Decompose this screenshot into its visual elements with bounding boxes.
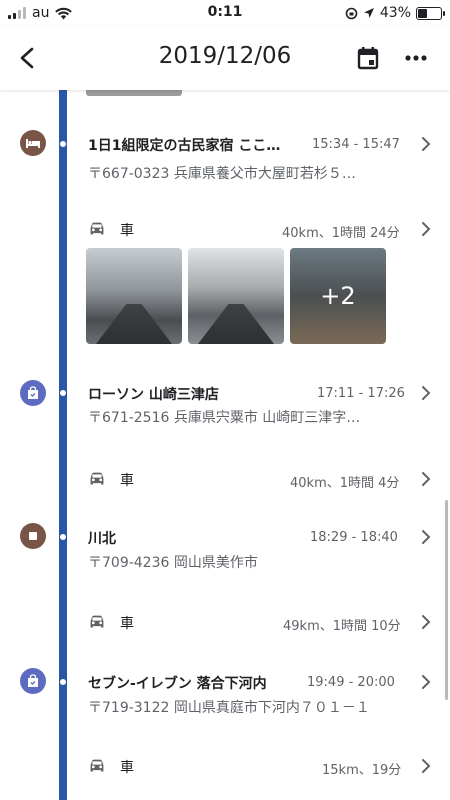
place-icon [20,523,46,549]
car-icon [90,615,104,628]
place-name[interactable]: セブン-イレブン 落合下河内 [88,673,267,693]
timeline-line [59,90,67,800]
place-time: 19:49 - 20:00 [307,675,395,690]
chevron-right-icon[interactable] [418,385,434,401]
status-bar: au 0:11 43% [0,0,450,26]
move-meta: 15km、19分 [322,763,402,778]
move-mode: 車 [120,473,134,489]
shopping-bag-icon [20,380,46,406]
move-mode: 車 [120,223,134,239]
place-address: 〒671-2516 兵庫県宍粟市 山崎町三津字… [88,410,361,426]
car-icon [90,472,104,485]
battery-percent: 43% [379,5,411,21]
hotel-icon [20,130,46,156]
move-meta: 40km、1時間 24分 [282,226,400,241]
chevron-right-icon[interactable] [418,758,434,774]
move-mode: 車 [120,616,134,632]
chevron-right-icon[interactable] [418,674,434,690]
move-mode: 車 [120,760,134,776]
battery-fill [418,8,428,18]
car-icon [90,759,104,772]
photo-thumbnail-more[interactable]: +2 [290,248,386,344]
place-address: 〒719-3122 岡山県真庭市下河内７０１－１ [88,700,370,716]
place-name[interactable]: 川北 [88,528,116,548]
timeline-dot [60,679,66,685]
shopping-bag-icon [20,668,46,694]
chevron-right-icon[interactable] [418,471,434,487]
chevron-right-icon[interactable] [418,221,434,237]
more-photos-count: +2 [320,282,356,310]
more-horiz-icon[interactable] [400,42,432,74]
timeline-screen: au 0:11 43% 2019/12/06 1日1組限定の古民家宿 ここ… 1… [0,0,450,800]
place-address: 〒667-0323 兵庫県養父市大屋町若杉５… [88,166,356,182]
photo-thumbnail-partial[interactable] [86,90,182,96]
scrollbar[interactable] [445,500,448,700]
place-time: 17:11 - 17:26 [317,386,405,401]
move-meta: 40km、1時間 4分 [290,476,400,491]
place-address: 〒709-4236 岡山県美作市 [88,555,258,571]
battery-icon [416,6,445,20]
photo-thumbnail[interactable] [188,248,284,344]
timeline-dot [60,390,66,396]
timeline-dot [60,141,66,147]
place-name[interactable]: 1日1組限定の古民家宿 ここ… [88,135,280,155]
chevron-right-icon[interactable] [418,136,434,152]
chevron-right-icon[interactable] [418,529,434,545]
place-name[interactable]: ローソン 山崎三津店 [88,384,219,404]
location-arrow-icon [363,8,374,18]
place-time: 18:29 - 18:40 [310,530,398,545]
status-right: 43% [345,5,445,21]
move-meta: 49km、1時間 10分 [283,619,401,634]
place-time: 15:34 - 15:47 [312,137,400,152]
timeline-dot [60,534,66,540]
calendar-icon[interactable] [352,42,384,74]
car-icon [90,222,104,235]
chevron-right-icon[interactable] [418,614,434,630]
app-header: 2019/12/06 [0,26,450,90]
rotation-lock-icon [345,7,358,19]
photo-thumbnail[interactable] [86,248,182,344]
